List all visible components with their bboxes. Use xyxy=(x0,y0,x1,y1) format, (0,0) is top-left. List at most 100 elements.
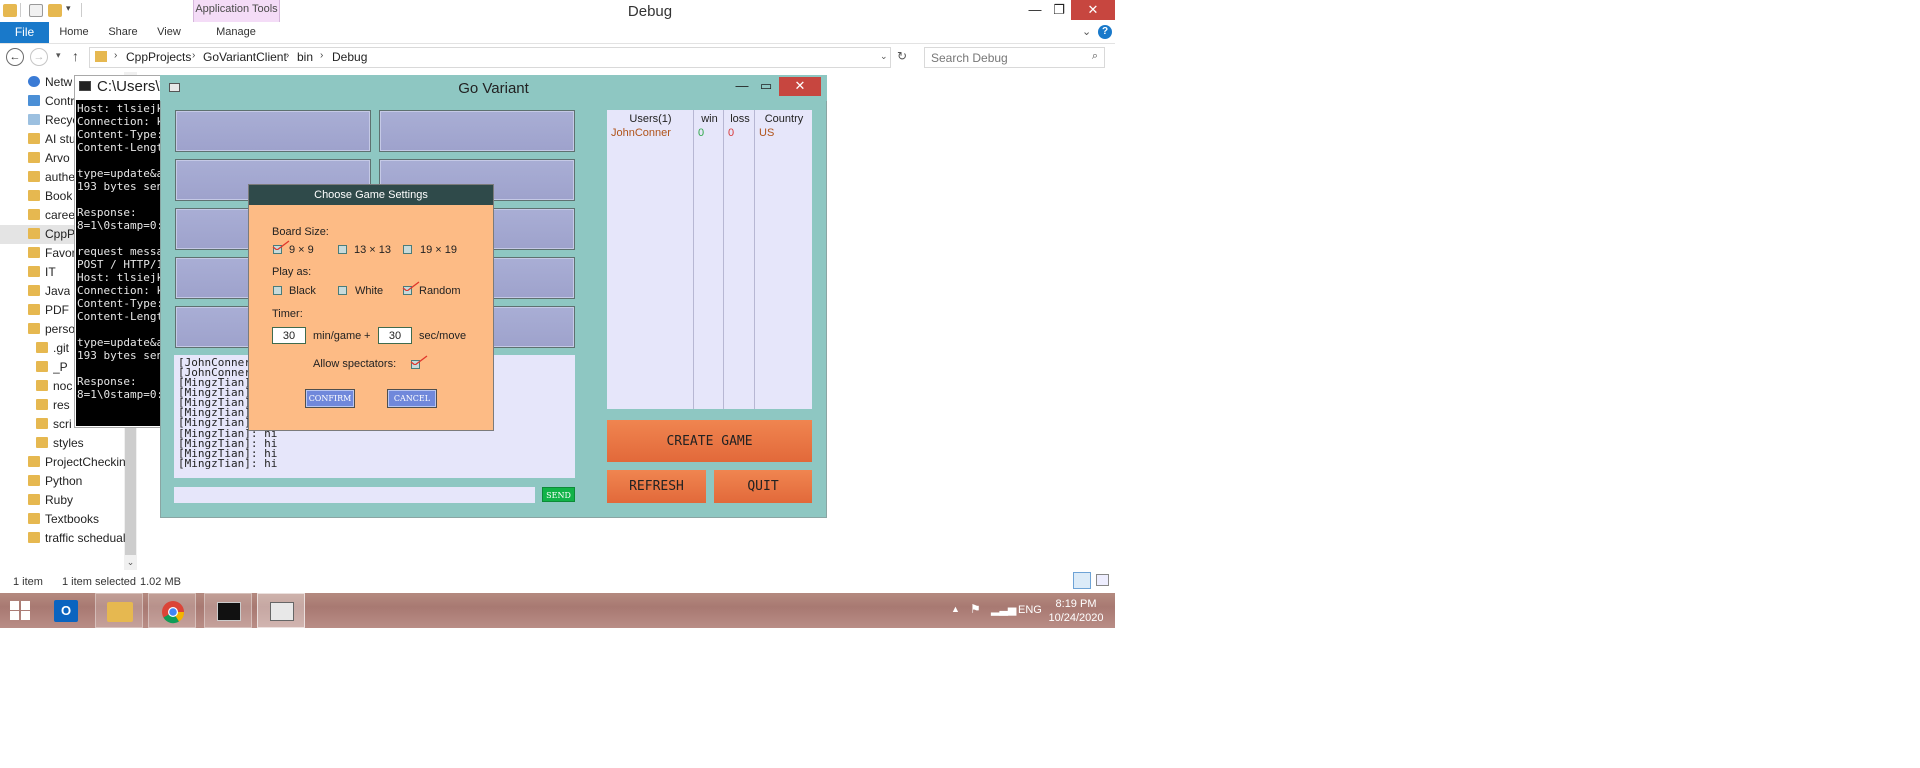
folder-icon xyxy=(36,361,48,372)
game-room-tile[interactable] xyxy=(379,110,575,152)
context-tab-title: Application Tools xyxy=(195,3,278,15)
tab-file[interactable]: File xyxy=(0,22,49,43)
folder-icon xyxy=(36,380,48,391)
console-line: type=update&a xyxy=(77,336,162,349)
breadcrumb-debug[interactable]: Debug xyxy=(332,50,367,64)
cancel-button[interactable]: CANCEL xyxy=(387,389,437,408)
action-center-flag-icon[interactable]: ⚑ xyxy=(970,602,981,616)
taskbar-explorer[interactable] xyxy=(95,593,143,628)
nav-item-folder[interactable]: Python xyxy=(0,472,125,491)
gv-close-button[interactable]: ✕ xyxy=(779,77,821,96)
breadcrumb-bin[interactable]: bin xyxy=(297,50,313,64)
new-folder-icon[interactable] xyxy=(48,4,62,17)
close-button[interactable]: ✕ xyxy=(1071,0,1115,20)
recent-locations-icon[interactable]: ▾ xyxy=(56,50,61,61)
back-icon[interactable]: ← xyxy=(6,48,24,66)
min-unit-label: min/game xyxy=(313,330,362,342)
outlook-icon: O xyxy=(54,600,78,622)
go-variant-title: Go Variant xyxy=(458,80,529,97)
input-language[interactable]: ENG xyxy=(1018,604,1042,616)
large-icons-view-icon[interactable] xyxy=(1096,574,1109,586)
tab-home[interactable]: Home xyxy=(55,22,93,43)
taskbar-govariant[interactable] xyxy=(257,593,305,628)
chrome-icon xyxy=(162,601,185,624)
user-name[interactable]: JohnConner xyxy=(611,127,671,139)
console-line: Response: xyxy=(77,206,137,219)
black-checkbox[interactable] xyxy=(273,286,282,295)
board-13-checkbox[interactable] xyxy=(338,245,347,254)
nav-item-folder[interactable]: Ruby xyxy=(0,491,125,510)
folder-icon xyxy=(28,513,40,524)
scroll-down-icon[interactable]: ⌄ xyxy=(125,557,136,568)
app-icon xyxy=(169,83,180,92)
folder-icon xyxy=(95,51,107,62)
search-icon[interactable]: ⌕ xyxy=(1092,50,1098,63)
forward-icon[interactable]: → xyxy=(30,48,48,66)
nav-item-folder[interactable]: traffic schedual xyxy=(0,529,126,548)
breadcrumb-cppprojects[interactable]: CppProjects xyxy=(126,50,191,64)
item-count: 1 item xyxy=(13,576,43,588)
breadcrumb-govariantclient[interactable]: GoVariantClient xyxy=(203,50,287,64)
nav-item-subfolder[interactable]: styles xyxy=(0,434,125,453)
recycle-bin-icon xyxy=(28,114,40,125)
confirm-button[interactable]: CONFIRM xyxy=(305,389,355,408)
folder-icon xyxy=(28,152,40,163)
white-label: White xyxy=(355,285,384,297)
taskbar-chrome[interactable] xyxy=(148,593,196,628)
console-line: Content-Type: xyxy=(77,128,162,141)
refresh-button[interactable]: REFRESH xyxy=(607,470,706,503)
dialog-title[interactable]: Choose Game Settings xyxy=(249,185,493,205)
details-view-icon[interactable] xyxy=(1073,572,1091,589)
taskbar-outlook[interactable]: O xyxy=(42,593,90,628)
folder-icon xyxy=(28,475,40,486)
console-line: Response: xyxy=(77,375,137,388)
white-checkbox[interactable] xyxy=(338,286,347,295)
restore-button[interactable]: ❐ xyxy=(1044,0,1074,20)
properties-icon[interactable] xyxy=(29,4,43,17)
play-as-label: Play as: xyxy=(272,266,312,278)
game-room-tile[interactable] xyxy=(175,110,371,152)
user-country: US xyxy=(759,127,775,139)
win-column: win 0 xyxy=(695,110,724,409)
network-signal-icon[interactable]: ▂▃▅ xyxy=(991,603,1016,616)
nav-item-folder[interactable]: ProjectCheckin xyxy=(0,453,126,472)
console-line: type=update&a xyxy=(77,167,162,180)
console-app-icon xyxy=(217,602,241,621)
clock[interactable]: 8:19 PM 10/24/2020 xyxy=(1045,597,1107,625)
quit-button[interactable]: QUIT xyxy=(714,470,812,503)
tab-share[interactable]: Share xyxy=(104,22,142,43)
address-dropdown-icon[interactable]: ⌄ xyxy=(880,51,888,62)
show-hidden-icons[interactable]: ▲ xyxy=(951,604,960,614)
send-button[interactable]: SEND xyxy=(542,487,575,502)
search-box[interactable]: ⌕ xyxy=(924,47,1105,68)
nav-item-folder[interactable]: Textbooks xyxy=(0,510,125,529)
start-button[interactable] xyxy=(9,600,31,621)
country-header: Country xyxy=(764,113,804,125)
console-output[interactable]: Host: tlsiejk Connection: k Content-Type… xyxy=(76,100,162,426)
gv-maximize-button[interactable]: ▭ xyxy=(755,78,777,94)
expand-ribbon-icon[interactable]: ⌄ xyxy=(1082,25,1091,38)
board-19-label: 19 × 19 xyxy=(420,244,458,256)
folder-icon xyxy=(28,133,40,144)
customize-qat-icon[interactable]: ▾ xyxy=(66,3,71,14)
up-icon[interactable]: ↑ xyxy=(72,48,79,64)
board-13-label: 13 × 13 xyxy=(354,244,392,256)
console-line: Connection: k xyxy=(77,115,162,128)
seconds-input[interactable] xyxy=(378,327,412,344)
gv-minimize-button[interactable]: — xyxy=(731,78,753,93)
folder-icon xyxy=(28,304,40,315)
search-input[interactable] xyxy=(931,50,1081,65)
tab-view[interactable]: View xyxy=(150,22,188,43)
minutes-input[interactable] xyxy=(272,327,306,344)
board-19-checkbox[interactable] xyxy=(403,245,412,254)
tab-manage[interactable]: Manage xyxy=(212,22,260,43)
folder-icon xyxy=(36,399,48,410)
console-title: C:\Users\T xyxy=(97,78,169,95)
folder-icon xyxy=(28,266,40,277)
create-game-button[interactable]: CREATE GAME xyxy=(607,420,812,462)
help-icon[interactable]: ? xyxy=(1098,25,1112,39)
chat-input[interactable] xyxy=(174,487,535,503)
clock-date: 10/24/2020 xyxy=(1048,612,1104,624)
taskbar-console[interactable] xyxy=(204,593,252,628)
refresh-icon[interactable]: ↻ xyxy=(897,49,907,63)
